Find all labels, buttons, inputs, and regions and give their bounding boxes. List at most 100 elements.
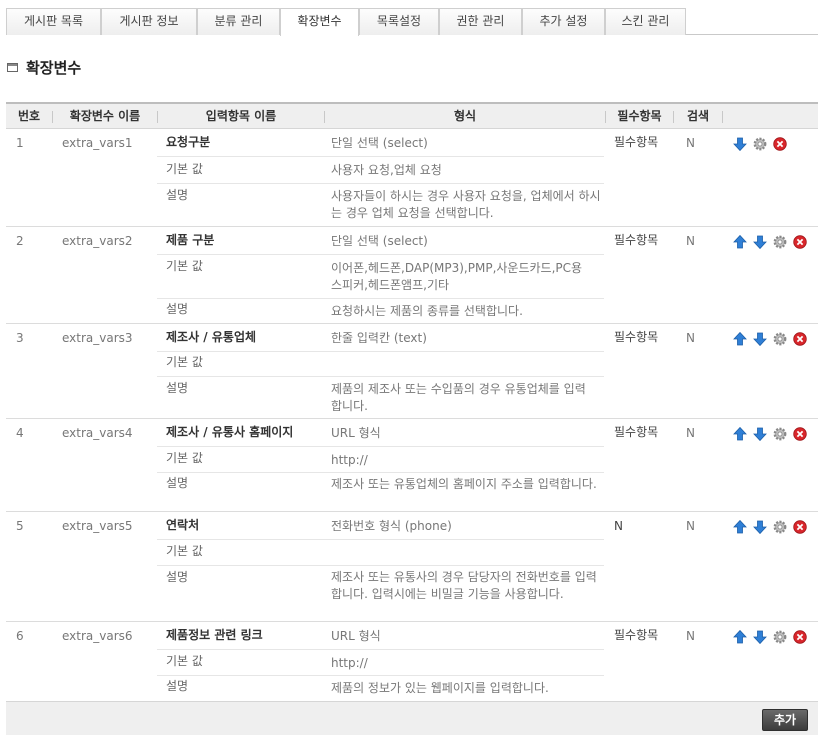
gear-icon[interactable] xyxy=(773,332,787,346)
row-search: N xyxy=(686,426,695,440)
table-row: 4 extra_vars4 제조사 / 유통사 홈페이지 URL 형식 기본 값… xyxy=(6,419,818,512)
row-divider xyxy=(157,565,604,566)
move-up-icon[interactable] xyxy=(733,235,747,249)
gear-icon[interactable] xyxy=(753,137,767,151)
row-divider xyxy=(157,183,604,184)
row-default: 사용자 요청,업체 요청 xyxy=(331,163,442,177)
move-up-icon[interactable] xyxy=(733,630,747,644)
row-required: 필수항목 xyxy=(614,135,659,149)
label-desc: 설명 xyxy=(166,188,189,202)
gear-icon[interactable] xyxy=(773,427,787,441)
row-divider xyxy=(157,351,604,352)
label-desc: 설명 xyxy=(166,381,189,395)
tab-category[interactable]: 분류 관리 xyxy=(197,8,280,35)
move-up-icon[interactable] xyxy=(733,332,747,346)
row-no: 1 xyxy=(16,136,24,150)
gear-icon[interactable] xyxy=(773,235,787,249)
table-row: 2 extra_vars2 제품 구분 단일 선택 (select) 기본 값 … xyxy=(6,227,818,324)
row-type: 한줄 입력칸 (text) xyxy=(331,331,427,345)
col-input-name: 입력항목 이름 xyxy=(205,109,277,123)
tab-board-list[interactable]: 게시판 목록 xyxy=(6,8,101,35)
col-required: 필수항목 xyxy=(617,109,662,123)
table-header: 번호 확장변수 이름 입력항목 이름 형식 필수항목 검색 xyxy=(6,102,818,129)
row-desc: 제품의 정보가 있는 웹페이지를 입력합니다. xyxy=(331,681,549,695)
row-default: http:// xyxy=(331,656,368,670)
table-footer: 추가 xyxy=(6,701,818,735)
move-up-icon[interactable] xyxy=(733,427,747,441)
move-down-icon[interactable] xyxy=(753,520,767,534)
gear-icon[interactable] xyxy=(773,520,787,534)
row-name: 요청구분 xyxy=(166,135,211,149)
move-down-icon[interactable] xyxy=(753,427,767,441)
row-var: extra_vars2 xyxy=(62,234,133,248)
row-divider xyxy=(157,376,604,377)
col-no: 번호 xyxy=(17,109,41,123)
delete-icon[interactable] xyxy=(793,332,807,346)
row-type: URL 형식 xyxy=(331,426,381,440)
label-default: 기본 값 xyxy=(166,162,203,176)
tab-skin[interactable]: 스킨 관리 xyxy=(605,8,686,35)
row-search: N xyxy=(686,234,695,248)
delete-icon[interactable] xyxy=(793,630,807,644)
move-down-icon[interactable] xyxy=(753,630,767,644)
row-search: N xyxy=(686,331,695,345)
delete-icon[interactable] xyxy=(793,520,807,534)
move-down-icon[interactable] xyxy=(753,332,767,346)
label-default: 기본 값 xyxy=(166,654,203,668)
row-desc: 제품의 제조사 또는 수입품의 경우 유통업체를 입력합니다. xyxy=(331,382,586,413)
move-down-icon[interactable] xyxy=(753,235,767,249)
row-name: 제품정보 관련 링크 xyxy=(166,628,263,642)
row-no: 5 xyxy=(16,519,24,533)
row-var: extra_vars1 xyxy=(62,136,133,150)
row-no: 6 xyxy=(16,629,24,643)
window-icon xyxy=(7,63,18,72)
row-default: 이어폰,헤드폰,DAP(MP3),PMP,사운드카드,PC용 스피커,헤드폰앰프… xyxy=(331,261,583,292)
label-desc: 설명 xyxy=(166,476,189,490)
row-no: 3 xyxy=(16,331,24,345)
tab-permissions[interactable]: 권한 관리 xyxy=(439,8,522,35)
label-desc: 설명 xyxy=(166,570,189,584)
delete-icon[interactable] xyxy=(793,427,807,441)
row-name: 제품 구분 xyxy=(166,233,215,247)
row-divider xyxy=(157,254,604,255)
gear-icon[interactable] xyxy=(773,630,787,644)
move-down-icon[interactable] xyxy=(733,137,747,151)
row-required: N xyxy=(614,519,623,533)
row-required: 필수항목 xyxy=(614,330,659,344)
row-default: http:// xyxy=(331,453,368,467)
row-divider xyxy=(157,156,604,157)
label-desc: 설명 xyxy=(166,302,189,316)
label-default: 기본 값 xyxy=(166,259,203,273)
row-var: extra_vars5 xyxy=(62,519,133,533)
delete-icon[interactable] xyxy=(793,235,807,249)
row-desc: 제조사 또는 유통사의 경우 담당자의 전화번호를 입력합니다. 입력시에는 비… xyxy=(331,570,597,601)
table-row: 1 extra_vars1 요청구분 단일 선택 (select) 기본 값 사… xyxy=(6,129,818,227)
page-title-text: 확장변수 xyxy=(26,59,82,77)
col-format: 형식 xyxy=(453,109,477,123)
row-type: 단일 선택 (select) xyxy=(331,136,428,150)
row-no: 4 xyxy=(16,426,24,440)
move-up-icon[interactable] xyxy=(733,520,747,534)
tab-additional-settings[interactable]: 추가 설정 xyxy=(522,8,605,35)
table-row: 5 extra_vars5 연락처 전화번호 형식 (phone) 기본 값 설… xyxy=(6,512,818,622)
row-var: extra_vars4 xyxy=(62,426,133,440)
row-name: 제조사 / 유통사 홈페이지 xyxy=(166,425,294,439)
row-required: 필수항목 xyxy=(614,628,659,642)
tab-board-info[interactable]: 게시판 정보 xyxy=(101,8,197,35)
table-row: 6 extra_vars6 제품정보 관련 링크 URL 형식 기본 값 htt… xyxy=(6,622,818,701)
label-default: 기본 값 xyxy=(166,451,203,465)
delete-icon[interactable] xyxy=(773,137,787,151)
col-search: 검색 xyxy=(686,109,710,123)
add-button[interactable]: 추가 xyxy=(762,709,808,731)
label-desc: 설명 xyxy=(166,679,189,693)
row-no: 2 xyxy=(16,234,24,248)
tab-list-settings[interactable]: 목록설정 xyxy=(359,8,439,35)
row-name: 제조사 / 유통업체 xyxy=(166,330,257,344)
row-var: extra_vars6 xyxy=(62,629,133,643)
row-required: 필수항목 xyxy=(614,233,659,247)
tab-extra-vars[interactable]: 확장변수 xyxy=(280,8,359,36)
row-desc: 요청하시는 제품의 종류를 선택합니다. xyxy=(331,304,523,318)
row-search: N xyxy=(686,629,695,643)
row-desc: 사용자들이 하시는 경우 사용자 요청을, 업체에서 하시는 경우 업체 요청을… xyxy=(331,189,601,220)
row-divider xyxy=(157,675,604,676)
